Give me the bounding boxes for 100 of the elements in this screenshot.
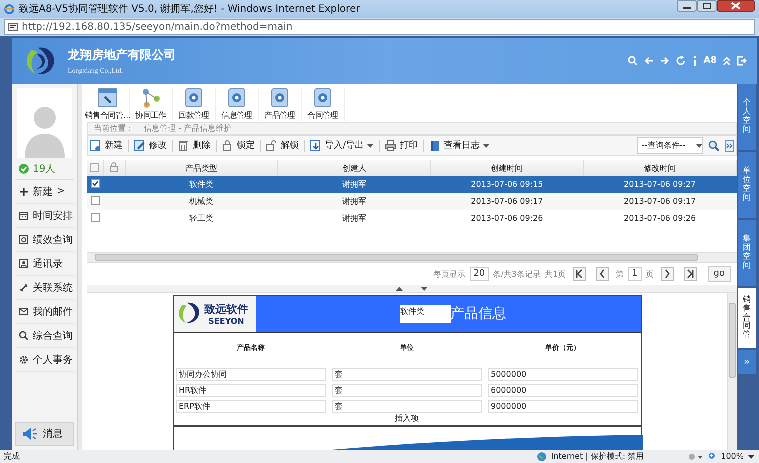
refresh-icon[interactable] — [676, 56, 686, 66]
table-cell: 2013-07-06 09:17 — [430, 193, 584, 210]
next-page-icon[interactable] — [660, 267, 674, 281]
message-button[interactable]: 消息 — [15, 422, 74, 446]
app-shortcut[interactable]: 信息管理 — [216, 88, 259, 121]
toolbar-button[interactable]: 查看日志 — [429, 139, 490, 152]
link-icon — [19, 282, 29, 292]
speaker-icon — [22, 427, 38, 441]
horizontal-scrollbar[interactable] — [87, 252, 737, 262]
toolbar-button[interactable]: 锁定 — [222, 139, 255, 152]
page-suffix: 页 — [646, 268, 654, 280]
online-count: 19人 — [33, 162, 56, 176]
input-field[interactable]: 套 — [332, 400, 482, 413]
input-field[interactable]: HR软件 — [176, 384, 326, 397]
sidebar-item[interactable]: 我的邮件 — [15, 300, 74, 324]
table-cell: 2013-07-06 09:26 — [584, 210, 736, 227]
close-icon[interactable] — [717, 0, 755, 12]
checkbox[interactable] — [90, 196, 100, 205]
app-shortcut[interactable]: 回款管理 — [173, 88, 216, 121]
toolbar-button[interactable]: 导入/导出 — [310, 139, 374, 152]
column-header[interactable]: 创建时间 — [430, 160, 584, 176]
minimize-icon[interactable] — [677, 0, 697, 12]
back-arrow-icon[interactable] — [644, 56, 654, 66]
app-shortcut[interactable]: 产品管理 — [259, 88, 302, 121]
caret-icon[interactable] — [748, 454, 755, 458]
input-field[interactable]: 6000000 — [488, 384, 638, 397]
type-field[interactable]: 软件类 — [400, 305, 450, 323]
app-shortcut[interactable]: 合同管理 — [302, 88, 345, 121]
table-row[interactable]: 机械类 谢拥军 2013-07-06 09:17 2013-07-06 09:17 — [87, 193, 736, 210]
sidebar-item[interactable]: 绩效查询 — [15, 228, 74, 252]
space-tab[interactable]: 个人空间 — [738, 84, 756, 150]
lock-icon — [110, 162, 118, 172]
page-count: 共1页 — [544, 268, 566, 280]
status-text: 完成 — [4, 451, 20, 462]
search-icon[interactable] — [708, 140, 720, 152]
previous-page-icon[interactable] — [596, 267, 610, 281]
toolbar-button[interactable]: 打印 — [385, 139, 418, 152]
pager-label: 每页显示 — [434, 268, 466, 280]
table-cell: 2013-07-06 09:15 — [430, 176, 584, 193]
toolbar-button[interactable]: 新建 — [90, 139, 123, 152]
space-tab[interactable]: 集团空间 — [738, 220, 756, 286]
sidebar-item[interactable]: 时间安排 — [15, 204, 74, 228]
down-arrow-icon[interactable] — [421, 286, 428, 290]
gear-icon — [269, 88, 291, 108]
input-field[interactable]: 9000000 — [488, 400, 638, 413]
input-field[interactable]: 套 — [332, 368, 482, 381]
checkbox[interactable] — [90, 179, 100, 188]
sidebar-item[interactable]: 个人事务 — [15, 348, 74, 372]
first-page-icon[interactable] — [573, 267, 586, 281]
toolbar-button[interactable]: 删除 — [178, 139, 211, 152]
collapse-icon[interactable] — [723, 56, 731, 66]
expand-icon[interactable] — [725, 140, 734, 152]
table-row[interactable]: 轻工类 谢拥军 2013-07-06 09:26 2013-07-06 09:26 — [87, 210, 736, 227]
info-icon[interactable] — [692, 56, 698, 66]
exit-icon[interactable] — [737, 56, 747, 66]
app-shortcut[interactable]: 协同工作 — [130, 88, 173, 121]
checkbox[interactable] — [90, 213, 100, 222]
search-icon[interactable] — [628, 56, 638, 66]
table-cell: 软件类 — [125, 176, 278, 193]
input-field[interactable]: 5000000 — [488, 368, 638, 381]
maximize-icon[interactable] — [697, 0, 717, 12]
input-field[interactable]: 套 — [332, 384, 482, 397]
insert-link[interactable]: 插入项 — [174, 413, 640, 425]
toolbar-button[interactable]: 修改 — [134, 139, 167, 152]
search-icon — [19, 330, 29, 340]
column-header[interactable]: 修改时间 — [584, 160, 736, 176]
forward-arrow-icon[interactable] — [660, 56, 670, 66]
last-page-icon[interactable] — [684, 267, 697, 281]
checkbox[interactable] — [90, 162, 100, 172]
app-shortcut[interactable]: 销售合同管… — [87, 88, 130, 121]
download-document-icon — [310, 140, 322, 152]
column-header[interactable]: 创建人 — [278, 160, 431, 176]
gear-icon — [226, 88, 248, 108]
breadcrumb-label: 当前位置： — [94, 123, 134, 134]
sidebar-item[interactable]: 新建 > — [15, 180, 74, 204]
input-field[interactable]: ERP软件 — [176, 400, 326, 413]
sidebar-item[interactable]: 关联系统 — [15, 276, 74, 300]
input-field[interactable]: 协同办公协同 — [176, 368, 326, 381]
network-nodes-icon — [140, 88, 162, 108]
sidebar-item[interactable]: 通讯录 — [15, 252, 74, 276]
plus-icon — [19, 186, 29, 196]
query-select[interactable]: --查询条件-- — [637, 137, 703, 154]
expand-button[interactable]: » — [738, 350, 756, 374]
page-size-field[interactable]: 20 — [470, 267, 490, 281]
sidebar-item[interactable]: 综合查询 — [15, 324, 74, 348]
zoom-level[interactable]: 100% — [721, 452, 744, 461]
column-header[interactable]: 产品类型 — [125, 160, 278, 176]
logo-name: 致远软件 — [204, 302, 248, 317]
page-icon — [8, 23, 18, 31]
space-tab[interactable]: 销售合同管 — [738, 288, 756, 348]
trash-icon — [178, 140, 190, 152]
caret-icon — [696, 144, 703, 148]
up-arrow-icon[interactable] — [396, 286, 403, 290]
logo-subtitle: SEEYON — [208, 317, 244, 326]
address-field[interactable]: http://192.168.80.135/seeyon/main.do?method=main — [4, 19, 755, 35]
space-tab[interactable]: 单位空间 — [738, 152, 756, 218]
toolbar-button[interactable]: 解锁 — [266, 139, 299, 152]
page-number-field[interactable]: 1 — [628, 267, 642, 281]
vertical-scrollbar[interactable] — [727, 293, 737, 450]
go-button[interactable]: go — [708, 266, 731, 282]
